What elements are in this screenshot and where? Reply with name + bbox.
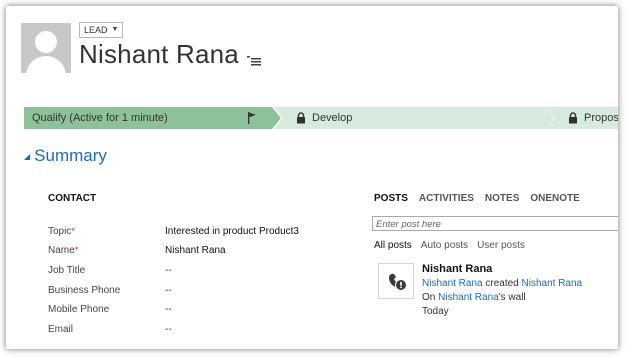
stage-label: Propose: [584, 112, 618, 124]
required-marker: *: [71, 226, 75, 236]
stage-qualify[interactable]: Qualify (Active for 1 minute): [24, 107, 281, 129]
post-actor-link[interactable]: Nishant Rana: [422, 278, 483, 289]
tab-posts[interactable]: POSTS: [374, 193, 408, 204]
lead-form-window: LEAD ▼ Nishant Rana Qualify (Active for …: [6, 6, 618, 349]
field-label: Topic*: [48, 226, 75, 237]
field-value-topic[interactable]: Interested in product Product3: [165, 226, 345, 237]
post-body: Nishant Rana created Nishant Rana: [422, 278, 582, 289]
stage-develop[interactable]: Develop: [274, 107, 554, 129]
field-label: Email: [48, 324, 74, 335]
post-wall-line: On Nishant Rana's wall: [422, 292, 526, 303]
tab-activities[interactable]: ACTIVITIES: [419, 193, 474, 204]
post-wall-owner-link[interactable]: Nishant Rana: [438, 292, 499, 303]
lock-icon: [569, 112, 577, 124]
avatar-head-shape: [35, 31, 57, 53]
post-timestamp: Today: [422, 306, 449, 317]
entity-type-selector[interactable]: LEAD ▼: [79, 22, 124, 38]
tab-onenote[interactable]: ONENOTE: [530, 193, 579, 204]
post-target-link[interactable]: Nishant Rana: [522, 278, 583, 289]
field-label: Business Phone: [48, 285, 121, 296]
post-filters: All posts Auto posts User posts: [374, 240, 525, 251]
record-title: Nishant Rana: [79, 39, 239, 69]
field-value-business-phone[interactable]: --: [165, 285, 345, 296]
filter-all-posts[interactable]: All posts: [374, 240, 412, 251]
chevron-down-icon: ▼: [111, 26, 119, 33]
social-tabs: POSTS ACTIVITIES NOTES ONENOTE: [374, 193, 580, 204]
field-label: Mobile Phone: [48, 304, 110, 315]
post-input[interactable]: Enter post here: [372, 216, 618, 231]
tab-notes[interactable]: NOTES: [485, 193, 519, 204]
required-marker: *: [74, 245, 79, 255]
field-value-job-title[interactable]: --: [165, 265, 345, 276]
flag-icon: [248, 112, 256, 124]
post-wall-prefix: On: [422, 292, 439, 303]
entity-type-label: LEAD: [84, 25, 108, 35]
field-value-email[interactable]: --: [165, 324, 345, 335]
field-label: Name*: [48, 245, 79, 256]
avatar-body-shape: [26, 56, 66, 73]
avatar[interactable]: [21, 23, 71, 73]
collapse-triangle-icon: ◢: [24, 151, 31, 161]
post-author: Nishant Rana: [422, 263, 493, 275]
stage-label: Qualify (Active for 1 minute): [32, 112, 168, 124]
summary-title: Summary: [34, 146, 107, 165]
field-value-name[interactable]: Nishant Rana: [165, 245, 345, 256]
auto-post-icon: [378, 263, 414, 299]
post-wall-suffix: 's wall: [498, 292, 526, 303]
stage-propose[interactable]: Propose: [546, 107, 618, 129]
business-process-bar: Qualify (Active for 1 minute) Develop Pr…: [24, 107, 618, 129]
lock-icon: [297, 112, 305, 124]
field-value-mobile-phone[interactable]: --: [165, 304, 345, 315]
contact-section-heading: CONTACT: [48, 193, 97, 204]
filter-user-posts[interactable]: User posts: [477, 240, 525, 251]
more-options-icon[interactable]: [247, 54, 261, 66]
field-label: Job Title: [48, 265, 86, 276]
post-verb: created: [482, 278, 522, 289]
filter-auto-posts[interactable]: Auto posts: [421, 240, 468, 251]
summary-section-toggle[interactable]: ◢ Summary: [24, 146, 107, 166]
stage-label: Develop: [312, 112, 353, 124]
